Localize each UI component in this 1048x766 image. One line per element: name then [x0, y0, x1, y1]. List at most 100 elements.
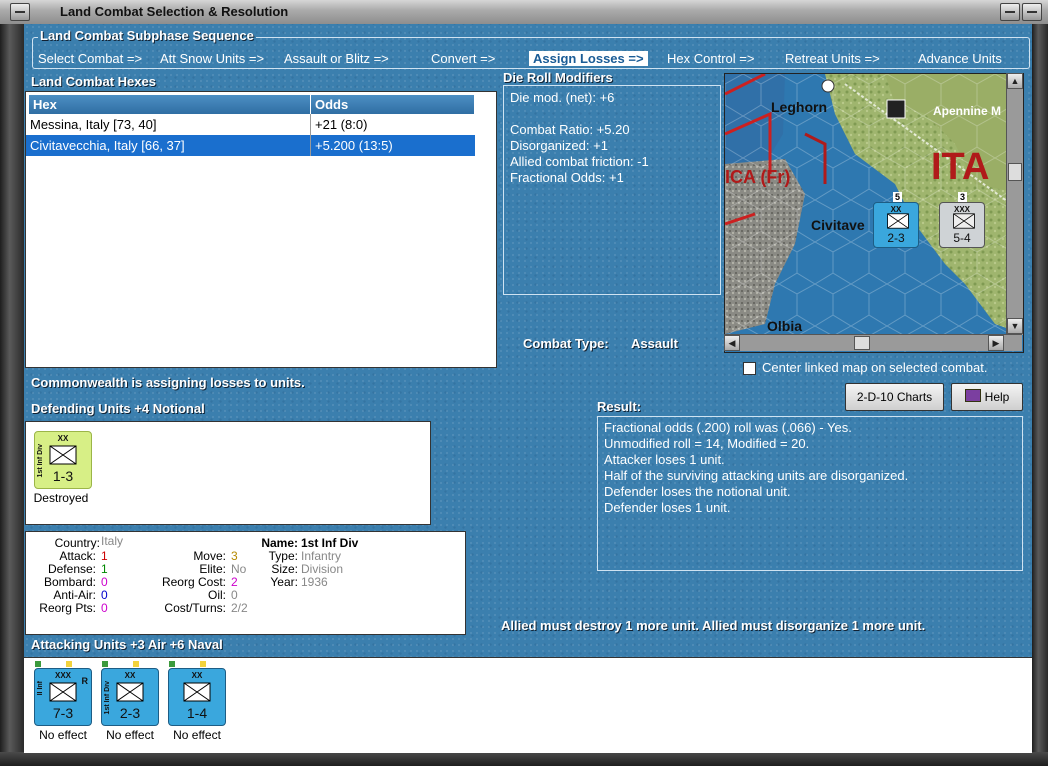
maximize-icon[interactable]	[1022, 3, 1042, 21]
counter-value: 1-3	[52, 468, 74, 484]
reorg-pts-value: 0	[101, 601, 108, 615]
scroll-thumb[interactable]	[854, 336, 870, 350]
die-roll-box: Die mod. (net): +6 Combat Ratio: +5.20 D…	[503, 85, 721, 295]
country-label: Country:	[54, 536, 100, 550]
defending-units-box: XX 1st Inf Div 1-3 Destroyed	[25, 421, 431, 525]
scroll-right-icon[interactable]: ▶	[988, 335, 1004, 351]
result-line: Defender loses the notional unit.	[604, 484, 791, 499]
defending-counter[interactable]: XX 1st Inf Div 1-3	[34, 431, 92, 489]
type-value: Infantry	[301, 549, 342, 563]
combat-ratio: Combat Ratio: +5.20	[510, 122, 630, 137]
result-line: Defender loses 1 unit.	[604, 500, 731, 515]
map-counter[interactable]: XX 2-3	[873, 202, 919, 248]
name-value: 1st Inf Div	[301, 536, 359, 550]
book-icon	[964, 389, 981, 402]
scroll-up-icon[interactable]: ▲	[1007, 73, 1023, 89]
map-counter[interactable]: XXX 5-4	[939, 202, 985, 248]
type-label: Type:	[268, 549, 298, 563]
map-label-leghorn: Leghorn	[771, 99, 827, 115]
die-mod-net: Die mod. (net): +6	[510, 90, 615, 105]
die-roll-title: Die Roll Modifiers	[503, 70, 613, 85]
step-convert: Convert =>	[431, 51, 496, 66]
step-hex-control: Hex Control =>	[667, 51, 755, 66]
scroll-left-icon[interactable]: ◀	[724, 335, 740, 351]
attack-value: 1	[101, 549, 108, 563]
combat-type-label: Combat Type:	[523, 336, 609, 351]
hex-cell: Messina, Italy [73, 40]	[30, 117, 157, 132]
defense-value: 1	[101, 562, 108, 576]
move-label: Move:	[193, 549, 226, 563]
result-box: Fractional odds (.200) roll was (.066) -…	[597, 416, 1023, 571]
hex-table[interactable]: Hex Odds Messina, Italy [73, 40] +21 (8:…	[25, 91, 497, 368]
move-value: 3	[231, 549, 238, 563]
column-header-odds[interactable]: Odds	[311, 95, 475, 114]
scroll-thumb[interactable]	[1008, 163, 1022, 181]
counter-extra: R	[81, 676, 89, 686]
anti-air-value: 0	[101, 588, 108, 602]
year-label: Year:	[270, 575, 298, 589]
status-dot	[66, 661, 72, 667]
attacking-status: No effect	[39, 728, 87, 742]
map-label-apennine: Apennine M	[933, 104, 1001, 118]
elite-label: Elite:	[199, 562, 226, 576]
defending-title: Defending Units +4 Notional	[31, 401, 205, 416]
elite-value: No	[231, 562, 247, 576]
anti-air-label: Anti-Air:	[53, 588, 96, 602]
bottom-border	[0, 752, 1048, 766]
result-line: Fractional odds (.200) roll was (.066) -…	[604, 420, 852, 435]
result-line: Half of the surviving attacking units ar…	[604, 468, 909, 483]
minimize-icon[interactable]	[1000, 3, 1020, 21]
map-horizontal-scrollbar[interactable]: ◀ ▶	[724, 334, 1022, 351]
status-dot	[35, 661, 41, 667]
system-menu-icon[interactable]	[10, 3, 30, 21]
attacking-counter[interactable]: XXX II Inf R 7-3	[34, 668, 92, 726]
defending-status: Destroyed	[33, 491, 89, 505]
combat-type-value: Assault	[631, 336, 678, 351]
linked-map[interactable]: Leghorn Apennine M ITA ICA (Fr) Civitave…	[724, 73, 1024, 353]
unit-info-box: Country: Italy Attack: 1 Defense: 1 Bomb…	[25, 531, 466, 635]
size-label: Size:	[271, 562, 298, 576]
right-border	[1032, 24, 1048, 766]
infantry-symbol-icon	[183, 682, 211, 702]
counter-size: XX	[57, 434, 69, 443]
map-vertical-scrollbar[interactable]: ▲ ▼	[1006, 73, 1023, 335]
window-title: Land Combat Selection & Resolution	[60, 4, 289, 19]
table-row[interactable]: Messina, Italy [73, 40] +21 (8:0)	[26, 114, 475, 135]
left-border	[0, 24, 24, 766]
counter-unit-name: II Inf	[37, 681, 44, 696]
map-label-civitavecchia: Civitave	[811, 217, 865, 233]
counter-value: 5-4	[953, 231, 971, 245]
bombard-label: Bombard:	[43, 575, 96, 589]
attack-label: Attack:	[59, 549, 96, 563]
oil-value: 0	[231, 588, 238, 602]
odds-cell: +21 (8:0)	[315, 117, 368, 132]
attacking-counter[interactable]: XX 1-4	[168, 668, 226, 726]
step-assault-or-blitz: Assault or Blitz =>	[284, 51, 389, 66]
attacking-counter[interactable]: XX 1st Inf Div 2-3	[101, 668, 159, 726]
help-button[interactable]: Help	[951, 383, 1023, 411]
map-label-corsica: ICA (Fr)	[725, 167, 791, 187]
motorized-symbol-icon	[953, 213, 975, 229]
counter-value: 1-4	[186, 705, 208, 721]
reorg-cost-value: 2	[231, 575, 238, 589]
attacking-status: No effect	[106, 728, 154, 742]
friction-mod: Allied combat friction: -1	[510, 154, 649, 169]
oil-label: Oil:	[208, 588, 226, 602]
year-value: 1936	[301, 575, 328, 589]
result-line: Attacker loses 1 unit.	[604, 452, 725, 467]
step-assign-losses: Assign Losses =>	[529, 51, 648, 66]
table-row-selected[interactable]: Civitavecchia, Italy [66, 37] +5.200 (13…	[26, 135, 475, 156]
column-header-hex[interactable]: Hex	[29, 95, 311, 114]
infantry-symbol-icon	[116, 682, 144, 702]
step-retreat-units: Retreat Units =>	[785, 51, 880, 66]
center-map-checkbox[interactable]	[743, 362, 756, 375]
help-label: Help	[984, 390, 1010, 404]
infantry-symbol-icon	[887, 213, 909, 229]
map-counter-badge: 3	[958, 192, 968, 202]
allied-must-message: Allied must destroy 1 more unit. Allied …	[501, 618, 926, 633]
center-map-label: Center linked map on selected combat.	[762, 360, 988, 375]
fractional-odds-mod: Fractional Odds: +1	[510, 170, 624, 185]
name-label: Name:	[261, 536, 298, 550]
charts-button[interactable]: 2-D-10 Charts	[845, 383, 944, 411]
scroll-down-icon[interactable]: ▼	[1007, 318, 1023, 334]
